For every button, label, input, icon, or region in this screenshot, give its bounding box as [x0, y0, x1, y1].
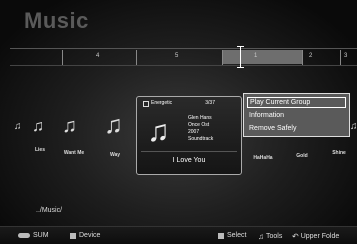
sum-button[interactable]: SUM	[18, 232, 49, 239]
music-note-icon[interactable]: ♫	[32, 119, 44, 135]
year: 2007	[188, 129, 200, 135]
music-note-icon: ♫	[147, 115, 170, 148]
timeline-divider	[62, 50, 63, 65]
music-browser-screen: Music 4 5 1 2 3 ♫ ♫ Lies ♫ Want Me ♫ Way…	[0, 0, 357, 244]
track-metadata: Glen Hans Once Ost 2007 Soundtrack	[188, 115, 213, 143]
album: Once Ost	[188, 122, 210, 128]
carousel-item-label[interactable]: Want Me	[57, 150, 91, 156]
tools-icon: ♫	[258, 232, 264, 241]
carousel-item-label[interactable]: Shine	[326, 150, 352, 156]
music-note-icon[interactable]: ♫	[350, 122, 357, 132]
timeline-divider	[136, 50, 137, 65]
card-divider	[141, 151, 237, 152]
timeline-group-label[interactable]: 5	[175, 53, 178, 59]
menu-item-information[interactable]: Information	[247, 110, 346, 121]
carousel-item-label[interactable]: HaHaHa	[246, 155, 280, 161]
bottom-control-bar: SUM Device Select ♫ Tools ↶ Upper Folde	[0, 226, 357, 244]
return-arrow-icon: ↶	[292, 232, 299, 241]
select-label: Select	[227, 232, 247, 239]
timeline-position-marker	[237, 46, 244, 68]
group-timeline[interactable]: 4 5 1 2 3	[10, 46, 357, 68]
focused-music-item-card[interactable]: Energetic 3/37 ♫ Glen Hans Once Ost 2007…	[136, 96, 242, 175]
timeline-group-label[interactable]: 2	[309, 53, 312, 59]
timeline-group-label[interactable]: 1	[254, 53, 257, 59]
timeline-current-group-highlight	[222, 50, 302, 64]
tools-label: Tools	[266, 233, 283, 240]
timeline-divider	[222, 50, 223, 65]
carousel-item-label[interactable]: Way	[100, 152, 130, 158]
device-label: Device	[79, 232, 101, 239]
genre: Soundtrack	[188, 136, 214, 142]
item-count: 3/37	[205, 100, 215, 106]
sum-label: SUM	[33, 232, 49, 239]
music-note-icon[interactable]: ♫	[14, 122, 22, 132]
timeline-divider	[302, 50, 303, 65]
music-note-icon[interactable]: ♫	[104, 113, 123, 138]
device-button-icon	[70, 232, 76, 239]
timeline-group-label[interactable]: 3	[344, 53, 347, 59]
page-title: Music	[24, 8, 89, 33]
menu-item-remove-safely[interactable]: Remove Safely	[247, 123, 346, 134]
tools-popup-menu: Play Current Group Information Remove Sa…	[243, 93, 350, 137]
energetic-checkbox-icon	[143, 101, 149, 107]
current-path: ../Music/	[36, 207, 63, 214]
artist: Glen Hans	[188, 115, 212, 121]
device-button[interactable]: Device	[70, 232, 100, 239]
track-title: I Love You	[172, 157, 206, 164]
tools-hint[interactable]: ♫ Tools	[258, 232, 282, 241]
sum-remote-icon	[18, 233, 30, 238]
carousel-item-label[interactable]: Gold	[290, 153, 314, 159]
carousel-item-label[interactable]: Lies	[25, 147, 55, 153]
upper-folder-hint[interactable]: ↶ Upper Folde	[292, 232, 339, 241]
mood-tag: Energetic	[151, 100, 173, 106]
music-note-icon[interactable]: ♫	[62, 116, 77, 136]
enter-button-icon	[218, 232, 224, 239]
timeline-divider	[340, 50, 341, 65]
timeline-group-label[interactable]: 4	[96, 53, 99, 59]
upper-folder-label: Upper Folde	[300, 233, 340, 240]
menu-item-play-current-group[interactable]: Play Current Group	[247, 97, 346, 108]
select-hint[interactable]: Select	[218, 232, 246, 239]
